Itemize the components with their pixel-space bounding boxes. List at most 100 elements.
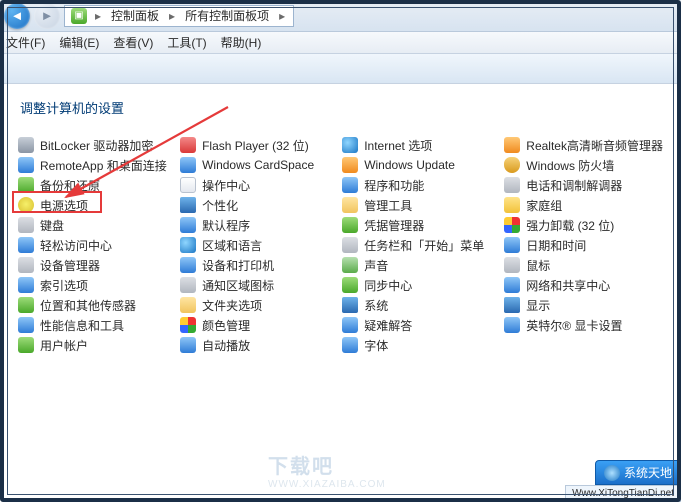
cpl-item-homegroup[interactable]: 家庭组 xyxy=(504,195,663,215)
taskbar-icon xyxy=(342,237,358,253)
page-title: 调整计算机的设置 xyxy=(20,98,663,117)
cpl-item-defaults[interactable]: 默认程序 xyxy=(180,215,332,235)
cpl-item-label: 默认程序 xyxy=(202,217,250,234)
watermark-center: 下载吧 WWW.XIAZAIBA.COM xyxy=(268,450,386,490)
cpl-item-personal[interactable]: 个性化 xyxy=(180,195,332,215)
cpl-item-label: Windows CardSpace xyxy=(202,158,314,172)
explorer-window: ◄ ► ▣ ▸ 控制面板 ▸ 所有控制面板项 ▸ 文件(F) 编辑(E) 查看(… xyxy=(0,0,681,502)
cpl-item-realtek[interactable]: Realtek高清晰音频管理器 xyxy=(504,135,663,155)
cpl-item-folderopt[interactable]: 文件夹选项 xyxy=(180,295,332,315)
cpl-item-taskbar[interactable]: 任务栏和「开始」菜单 xyxy=(342,235,494,255)
cpl-item-label: 程序和功能 xyxy=(364,177,424,194)
cpl-item-credmgr[interactable]: 凭据管理器 xyxy=(342,215,494,235)
netshare-icon xyxy=(504,277,520,293)
forward-button[interactable]: ► xyxy=(34,3,60,29)
sound-icon xyxy=(342,257,358,273)
defaults-icon xyxy=(180,217,196,233)
menu-bar: 文件(F) 编辑(E) 查看(V) 工具(T) 帮助(H) xyxy=(0,32,681,54)
breadcrumb-control-panel[interactable]: 控制面板 xyxy=(109,7,161,24)
index-icon xyxy=(18,277,34,293)
perf-icon xyxy=(18,317,34,333)
autoplay-icon xyxy=(180,337,196,353)
firewall-icon xyxy=(504,157,520,173)
cpl-item-label: 区域和语言 xyxy=(202,237,262,254)
cpl-item-remoteapp[interactable]: RemoteApp 和桌面连接 xyxy=(18,155,170,175)
menu-view[interactable]: 查看(V) xyxy=(113,34,153,51)
cpl-item-progfeat[interactable]: 程序和功能 xyxy=(342,175,494,195)
items-column: Realtek高清晰音频管理器 Windows 防火墙电话和调制解调器家庭组强力卸… xyxy=(504,135,663,355)
cpl-item-flash[interactable]: Flash Player (32 位) xyxy=(180,135,332,155)
cpl-item-colormgmt[interactable]: 颜色管理 xyxy=(180,315,332,335)
watermark-text: 下载吧 xyxy=(268,450,386,479)
cpl-item-label: 索引选项 xyxy=(40,277,88,294)
cpl-item-ease[interactable]: 轻松访问中心 xyxy=(18,235,170,255)
cpl-item-modem[interactable]: 电话和调制解调器 xyxy=(504,175,663,195)
cpl-item-sync[interactable]: 同步中心 xyxy=(342,275,494,295)
cpl-item-label: Windows Update xyxy=(364,158,455,172)
cpl-item-devmgr[interactable]: 设备管理器 xyxy=(18,255,170,275)
cpl-item-label: 位置和其他传感器 xyxy=(40,297,136,314)
back-icon: ◄ xyxy=(11,8,24,23)
cpl-item-notifyicons[interactable]: 通知区域图标 xyxy=(180,275,332,295)
cpl-item-sensors[interactable]: 位置和其他传感器 xyxy=(18,295,170,315)
menu-file[interactable]: 文件(F) xyxy=(6,34,45,51)
menu-tools[interactable]: 工具(T) xyxy=(167,34,206,51)
cpl-item-label: 家庭组 xyxy=(526,197,562,214)
system-icon xyxy=(342,297,358,313)
cpl-item-label: 系统 xyxy=(364,297,388,314)
folderopt-icon xyxy=(180,297,196,313)
cpl-item-bitlocker[interactable]: BitLocker 驱动器加密 xyxy=(18,135,170,155)
cpl-item-qiangli[interactable]: 强力卸载 (32 位) xyxy=(504,215,663,235)
cpl-item-cardspace[interactable]: Windows CardSpace xyxy=(180,155,332,175)
content-area: 调整计算机的设置 BitLocker 驱动器加密RemoteApp 和桌面连接备… xyxy=(0,84,681,502)
cpl-item-label: 操作中心 xyxy=(202,177,250,194)
printers-icon xyxy=(180,257,196,273)
cpl-item-winupdate[interactable]: Windows Update xyxy=(342,155,494,175)
cpl-item-sound[interactable]: 声音 xyxy=(342,255,494,275)
cpl-item-region[interactable]: 区域和语言 xyxy=(180,235,332,255)
bitlocker-icon xyxy=(18,137,34,153)
cpl-item-troubleshoot[interactable]: 疑难解答 xyxy=(342,315,494,335)
cpl-item-keyboard[interactable]: 键盘 xyxy=(18,215,170,235)
breadcrumb-sep: ▸ xyxy=(167,9,177,23)
breadcrumb-sep: ▸ xyxy=(277,9,287,23)
cpl-item-label: BitLocker 驱动器加密 xyxy=(40,137,153,154)
progfeat-icon xyxy=(342,177,358,193)
menu-help[interactable]: 帮助(H) xyxy=(221,34,262,51)
cpl-item-perf[interactable]: 性能信息和工具 xyxy=(18,315,170,335)
cpl-item-inetopt[interactable]: Internet 选项 xyxy=(342,135,494,155)
cpl-item-intelgfx[interactable]: 英特尔® 显卡设置 xyxy=(504,315,663,335)
cpl-item-label: 备份和还原 xyxy=(40,177,100,194)
cpl-item-mouse[interactable]: 鼠标 xyxy=(504,255,663,275)
cpl-item-label: 个性化 xyxy=(202,197,238,214)
cpl-item-power[interactable]: 电源选项 xyxy=(18,195,170,215)
address-bar[interactable]: ▣ ▸ 控制面板 ▸ 所有控制面板项 ▸ xyxy=(64,5,294,27)
mouse-icon xyxy=(504,257,520,273)
nav-bar: ◄ ► ▣ ▸ 控制面板 ▸ 所有控制面板项 ▸ xyxy=(0,0,681,32)
display-icon xyxy=(504,297,520,313)
cpl-item-display[interactable]: 显示 xyxy=(504,295,663,315)
cpl-item-backup[interactable]: 备份和还原 xyxy=(18,175,170,195)
breadcrumb-all-items[interactable]: 所有控制面板项 xyxy=(183,7,271,24)
inetopt-icon xyxy=(342,137,358,153)
items-column: Internet 选项 Windows Update 程序和功能管理工具凭据管理器任… xyxy=(342,135,494,355)
menu-edit[interactable]: 编辑(E) xyxy=(59,34,99,51)
back-button[interactable]: ◄ xyxy=(4,3,30,29)
cpl-item-system[interactable]: 系统 xyxy=(342,295,494,315)
cpl-item-admintools[interactable]: 管理工具 xyxy=(342,195,494,215)
cpl-item-index[interactable]: 索引选项 xyxy=(18,275,170,295)
cpl-item-autoplay[interactable]: 自动播放 xyxy=(180,335,332,355)
cpl-item-users[interactable]: 用户帐户 xyxy=(18,335,170,355)
credmgr-icon xyxy=(342,217,358,233)
cpl-item-label: 英特尔® 显卡设置 xyxy=(526,317,622,334)
cpl-item-action[interactable]: 操作中心 xyxy=(180,175,332,195)
cpl-item-netshare[interactable]: 网络和共享中心 xyxy=(504,275,663,295)
cpl-item-firewall[interactable]: Windows 防火墙 xyxy=(504,155,663,175)
cpl-item-label: Windows 防火墙 xyxy=(526,157,614,174)
cpl-item-label: 性能信息和工具 xyxy=(40,317,124,334)
cpl-item-printers[interactable]: 设备和打印机 xyxy=(180,255,332,275)
cpl-item-label: 颜色管理 xyxy=(202,317,250,334)
cpl-item-label: 字体 xyxy=(364,337,388,354)
cpl-item-datetime[interactable]: 日期和时间 xyxy=(504,235,663,255)
cpl-item-fonts[interactable]: 字体 xyxy=(342,335,494,355)
